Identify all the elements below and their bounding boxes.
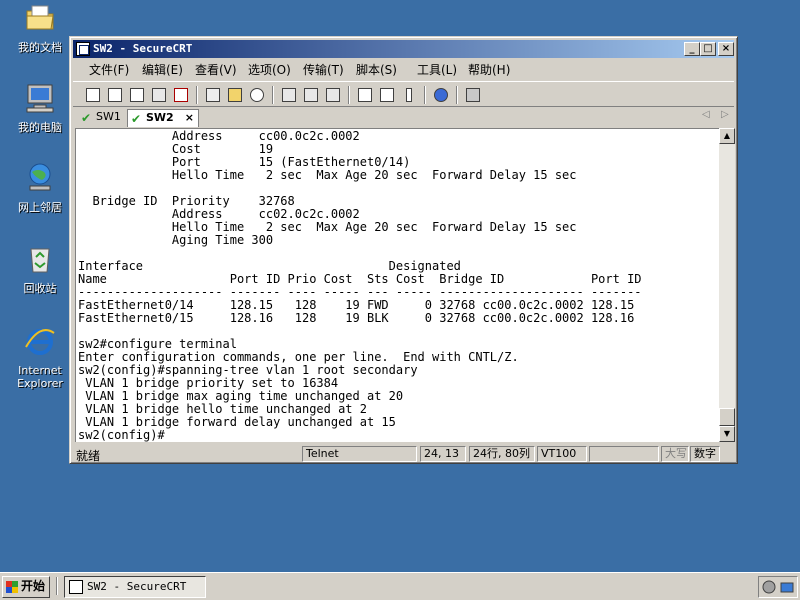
folder-icon <box>26 5 54 30</box>
menu-view[interactable]: 查看(V) <box>195 61 237 78</box>
help-icon[interactable] <box>431 85 451 105</box>
desktop-icon-my-computer[interactable]: 我的电脑 <box>0 82 80 134</box>
menu-options[interactable]: 选项(O) <box>248 61 291 78</box>
menu-script[interactable]: 脚本(S) <box>356 61 397 78</box>
quick-connect-icon[interactable] <box>105 85 125 105</box>
desktop-icon-recycle-bin[interactable]: 回收站 <box>0 243 80 295</box>
connect-icon[interactable] <box>83 85 103 105</box>
internet-explorer-icon <box>25 329 55 355</box>
recycle-bin-icon <box>30 248 50 273</box>
sftp-icon[interactable] <box>463 85 483 105</box>
close-button[interactable]: × <box>718 42 734 56</box>
desktop-icon-label: 我的文档 <box>18 41 62 54</box>
terminal-line: FastEthernet0/15 128.16 128 19 BLK 0 327… <box>78 311 635 325</box>
terminal-line: Hello Time 2 sec Max Age 20 sec Forward … <box>78 168 577 182</box>
session-tabs: ✔ SW1 ✔ SW2 × ◁ ▷ <box>73 109 734 127</box>
desktop-icon-label: 网上邻居 <box>18 201 62 214</box>
system-tray <box>758 576 798 598</box>
taskbar-task-label: SW2 - SecureCRT <box>87 580 187 593</box>
volume-icon[interactable] <box>762 580 776 594</box>
terminal-output[interactable]: Address cc00.0c2c.0002 Cost 19 Port 15 (… <box>75 128 719 442</box>
start-button[interactable]: 开始 <box>2 576 50 598</box>
session-options-icon[interactable] <box>355 85 375 105</box>
copy-icon[interactable] <box>203 85 223 105</box>
toolbar <box>73 81 734 107</box>
menu-tools[interactable]: 工具(L) <box>417 61 457 78</box>
connected-check-icon: ✔ <box>81 111 92 125</box>
terminal-scrollbar[interactable]: ▲ ▼ <box>719 128 735 442</box>
status-terminal-size: 24行, 80列 <box>469 446 535 462</box>
toolbar-separator <box>272 86 274 104</box>
connect-tab-icon[interactable] <box>127 85 147 105</box>
scroll-down-icon[interactable]: ▼ <box>719 426 735 442</box>
status-ready: 就绪 <box>76 449 101 463</box>
tab-scroll-right-icon[interactable]: ▷ <box>721 109 729 120</box>
network-icon <box>29 163 51 191</box>
status-caps-lock: 大写 <box>661 446 689 462</box>
tab-close-icon[interactable]: × <box>185 110 194 126</box>
status-bar: 就绪 Telnet 24, 13 24行, 80列 VT100 大写 数字 <box>73 445 734 463</box>
terminal-line: sw2(config)# <box>78 428 165 442</box>
desktop-icon-internet-explorer[interactable]: Internet Explorer <box>0 325 80 390</box>
taskbar-securecrt-button[interactable]: SW2 - SecureCRT <box>64 576 206 598</box>
securecrt-app-icon[interactable] <box>76 42 90 56</box>
desktop-icon-label: 我的电脑 <box>18 121 62 134</box>
toolbar-separator <box>196 86 198 104</box>
securecrt-window: SW2 - SecureCRT _ □ × 文件(F) 编辑(E) 查看(V) … <box>69 36 738 464</box>
menu-bar: 文件(F) 编辑(E) 查看(V) 选项(O) 传输(T) 脚本(S) 工具(L… <box>73 59 734 79</box>
menu-edit[interactable]: 编辑(E) <box>142 61 183 78</box>
status-emulation: VT100 <box>537 446 587 462</box>
global-options-icon[interactable] <box>377 85 397 105</box>
desktop-icon-my-documents[interactable]: 我的文档 <box>0 2 80 54</box>
tab-scroll-left-icon[interactable]: ◁ <box>702 109 710 120</box>
status-protocol: Telnet <box>302 446 417 462</box>
terminal-line: Aging Time 300 <box>78 233 274 247</box>
tab-label: SW1 <box>96 110 121 123</box>
tab-label: SW2 <box>146 111 174 124</box>
menu-help[interactable]: 帮助(H) <box>468 61 510 78</box>
taskbar: 开始 SW2 - SecureCRT <box>0 572 800 600</box>
menu-transfer[interactable]: 传输(T) <box>303 61 344 78</box>
desktop-icon-network[interactable]: 网上邻居 <box>0 162 80 214</box>
computer-icon <box>26 84 54 113</box>
maximize-button[interactable]: □ <box>700 42 716 56</box>
desktop-icon-label: Internet Explorer <box>17 364 63 390</box>
find-icon[interactable] <box>247 85 267 105</box>
toolbar-separator <box>348 86 350 104</box>
print-setup-icon[interactable] <box>301 85 321 105</box>
start-label: 开始 <box>21 579 46 593</box>
status-cursor-position: 24, 13 <box>420 446 466 462</box>
status-blank <box>589 446 659 462</box>
status-num-lock: 数字 <box>690 446 720 462</box>
reconnect-icon[interactable] <box>149 85 169 105</box>
windows-flag-icon <box>6 581 18 593</box>
network-status-icon[interactable] <box>780 580 794 594</box>
print-icon[interactable] <box>279 85 299 105</box>
toolbar-separator <box>424 86 426 104</box>
title-bar[interactable]: SW2 - SecureCRT _ □ × <box>73 40 734 58</box>
menu-file[interactable]: 文件(F) <box>89 61 129 78</box>
securecrt-app-icon <box>69 580 83 594</box>
toolbar-separator <box>456 86 458 104</box>
connected-check-icon: ✔ <box>131 112 142 126</box>
taskbar-separator <box>56 577 58 595</box>
paste-icon[interactable] <box>225 85 245 105</box>
window-title: SW2 - SecureCRT <box>93 42 193 55</box>
desktop-icon-label: 回收站 <box>23 282 57 295</box>
disconnect-icon[interactable] <box>171 85 191 105</box>
scroll-thumb[interactable] <box>719 408 735 426</box>
keymap-icon[interactable] <box>399 85 419 105</box>
minimize-button[interactable]: _ <box>684 42 700 56</box>
tab-sw2[interactable]: ✔ SW2 × <box>127 109 199 127</box>
tab-sw1[interactable]: ✔ SW1 <box>78 109 124 127</box>
scroll-up-icon[interactable]: ▲ <box>719 128 735 144</box>
print-screen-icon[interactable] <box>323 85 343 105</box>
